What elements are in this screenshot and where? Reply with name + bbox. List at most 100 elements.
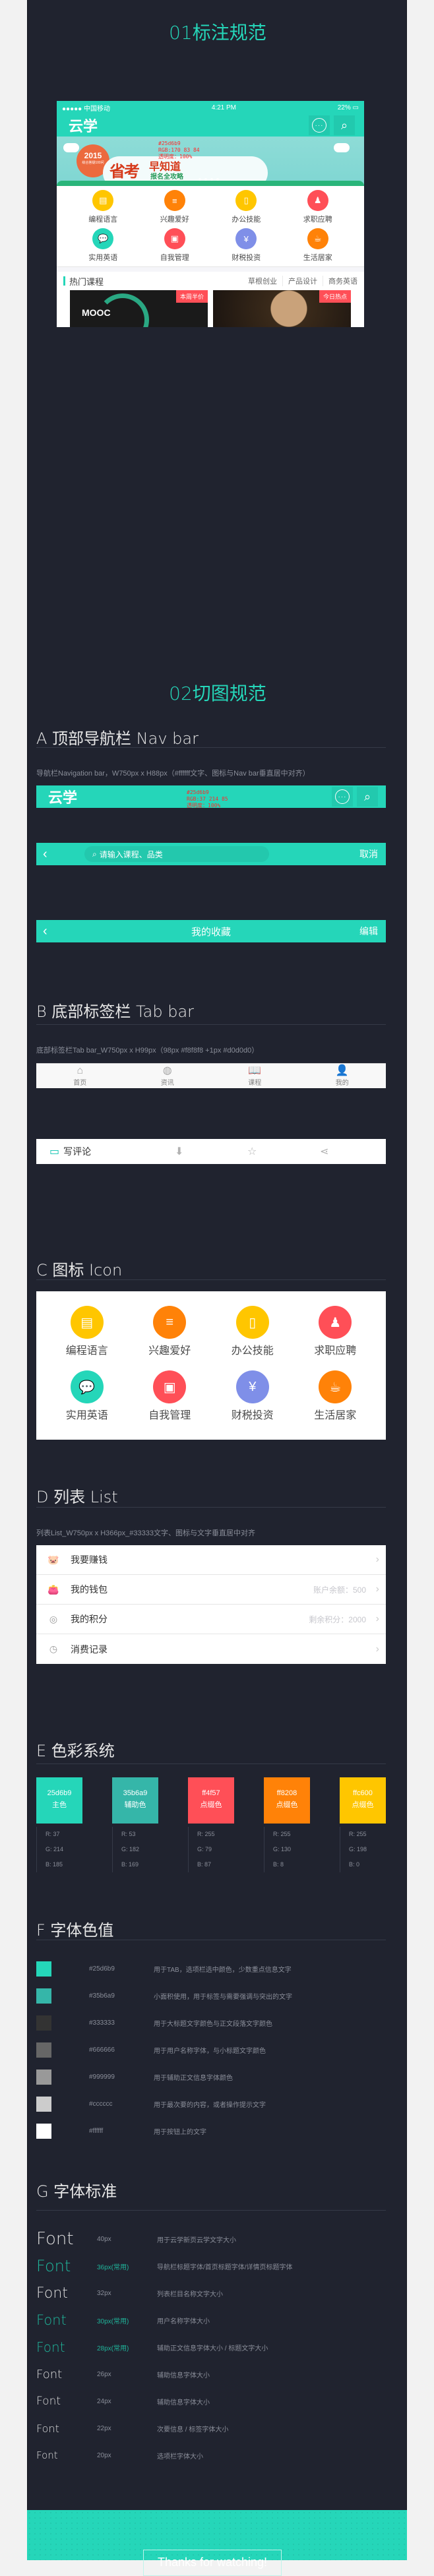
thanks-button[interactable]: Thanks for watching! bbox=[143, 2550, 282, 2576]
edit-button[interactable]: 编辑 bbox=[359, 925, 378, 938]
color-swatch: ff4f57 点缀色 bbox=[188, 1777, 234, 1824]
font-color-hex: #25d6b9 bbox=[89, 1965, 115, 1973]
hot-tab[interactable]: 草根创业 bbox=[248, 276, 277, 286]
category-item[interactable]: ▤ 编程语言 bbox=[46, 1306, 129, 1370]
heading-icon: C 图标 Icon bbox=[36, 1261, 123, 1279]
category-icon: ¥ bbox=[235, 228, 257, 249]
course-card-mooc[interactable]: MOOC 本周半价 bbox=[70, 290, 208, 327]
more-icon: ··· bbox=[312, 118, 326, 133]
font-size-desc: 次要信息 / 标签字体大小 bbox=[157, 2426, 229, 2434]
category-item[interactable]: ☕ 生活居家 bbox=[282, 228, 354, 266]
category-item[interactable]: ▯ 办公技能 bbox=[211, 1306, 294, 1370]
category-label: 财税投资 bbox=[231, 1410, 274, 1421]
font-size-desc: 辅助正文信息字体大小 / 标题文字大小 bbox=[157, 2345, 268, 2352]
navbar-sample-search: ‹ ⌕ 请输入课程、品类 取消 bbox=[36, 843, 386, 865]
category-item[interactable]: ≡ 兴趣爱好 bbox=[129, 1306, 212, 1370]
chevron-right-icon: › bbox=[375, 1613, 379, 1624]
font-size-label: 40px bbox=[97, 2235, 111, 2243]
list-value: 剩余积分：2000 bbox=[309, 1614, 366, 1624]
category-label: 编程语言 bbox=[65, 1345, 108, 1357]
category-item[interactable]: ♟ 求职应聘 bbox=[294, 1306, 377, 1370]
category-item[interactable]: 💬 实用英语 bbox=[46, 1370, 129, 1435]
category-label: 求职应聘 bbox=[303, 216, 332, 224]
write-comment-button[interactable]: ▭ 写评论 bbox=[49, 1145, 91, 1158]
category-item[interactable]: ♟ 求职应聘 bbox=[282, 190, 354, 228]
font-color-row: #ffffff 用于按钮上的文字 bbox=[36, 2122, 366, 2139]
font-size-label: 30px(常用) bbox=[97, 2317, 129, 2325]
list-icon: ◷ bbox=[49, 1643, 58, 1654]
list-item[interactable]: ◷ 消费记录 › bbox=[36, 1634, 386, 1664]
star-icon[interactable]: ☆ bbox=[247, 1145, 257, 1158]
list-label: 我的积分 bbox=[71, 1614, 108, 1624]
category-item[interactable]: ≡ 兴趣爱好 bbox=[139, 190, 211, 228]
category-item[interactable]: ▣ 自我管理 bbox=[129, 1370, 212, 1435]
tab-icon: ◍ bbox=[162, 1065, 172, 1076]
font-size-row: Font 22px 次要信息 / 标签字体大小 bbox=[36, 2415, 379, 2441]
clock: 4:21 PM bbox=[211, 104, 236, 111]
heading-nav-bar: A 顶部导航栏 Nav bar bbox=[36, 729, 199, 748]
list-icon: ◎ bbox=[49, 1613, 58, 1624]
font-color-swatch bbox=[36, 2069, 51, 2085]
font-color-hex: #666666 bbox=[89, 2046, 115, 2054]
font-size-row: Font 36px(常用) 导航栏标题字体/首页标题字体/详情页标题字体 bbox=[36, 2253, 379, 2279]
hot-tab[interactable]: 商务英语 bbox=[323, 276, 357, 286]
course-card-news[interactable]: 今日热点 bbox=[213, 290, 351, 327]
category-item[interactable]: ¥ 财税投资 bbox=[211, 1370, 294, 1435]
tab-item[interactable]: 👤 我的 bbox=[336, 1065, 349, 1087]
category-icon: ♟ bbox=[307, 190, 328, 211]
search-button[interactable]: ⌕ bbox=[334, 115, 355, 135]
search-button[interactable]: ⌕ bbox=[357, 787, 378, 807]
list-item[interactable]: 👛 我的钱包 账户余额：500 › bbox=[36, 1575, 386, 1605]
tag-hot-today: 今日热点 bbox=[319, 290, 351, 303]
footer: Thanks for watching! bbox=[27, 2510, 407, 2576]
category-icon: ▯ bbox=[235, 1306, 269, 1339]
font-size-row: Font 20px 选项栏字体大小 bbox=[36, 2442, 379, 2469]
category-label: 实用英语 bbox=[65, 1410, 108, 1421]
font-color-swatch bbox=[36, 2042, 51, 2058]
category-icon: 💬 bbox=[70, 1370, 104, 1403]
cancel-button[interactable]: 取消 bbox=[359, 847, 378, 861]
font-color-hex: #35b6a9 bbox=[89, 1992, 115, 2000]
more-button[interactable]: ··· bbox=[332, 787, 353, 807]
category-item[interactable]: ¥ 财税投资 bbox=[210, 228, 282, 266]
category-icon: ▤ bbox=[92, 190, 114, 211]
color-swatch: ffc600 点缀色 bbox=[340, 1777, 386, 1824]
category-item[interactable]: ▤ 编程语言 bbox=[67, 190, 139, 228]
color-rgb: R: 53 G: 182 B: 169 bbox=[112, 1827, 158, 1872]
share-icon[interactable]: ⋖ bbox=[320, 1145, 328, 1158]
heading-font-colors: F 字体色值 bbox=[36, 1921, 114, 1940]
tab-item[interactable]: 📖 课程 bbox=[248, 1065, 261, 1087]
font-color-swatch bbox=[36, 2015, 51, 2031]
favorites-title: 我的收藏 bbox=[191, 926, 231, 938]
chevron-right-icon: › bbox=[375, 1554, 379, 1565]
color-rgb: R: 255 G: 79 B: 87 bbox=[188, 1827, 234, 1872]
color-rgb: R: 255 G: 198 B: 0 bbox=[340, 1827, 386, 1872]
category-item[interactable]: ▣ 自我管理 bbox=[139, 228, 211, 266]
heading-colors: E 色彩系统 bbox=[36, 1742, 115, 1760]
font-color-swatch bbox=[36, 1988, 51, 2004]
tab-item[interactable]: ⌂ 首页 bbox=[73, 1065, 86, 1087]
download-icon[interactable]: ⬇ bbox=[175, 1145, 183, 1158]
more-icon: ··· bbox=[335, 789, 350, 804]
tab-label: 课程 bbox=[248, 1080, 262, 1087]
list-item[interactable]: 🐷 我要赚钱 › bbox=[36, 1545, 386, 1575]
category-label: 编程语言 bbox=[88, 216, 118, 224]
tab-icon: 📖 bbox=[248, 1065, 262, 1076]
list-item[interactable]: ◎ 我的积分 剩余积分：2000 › bbox=[36, 1605, 386, 1634]
category-icon: ▣ bbox=[153, 1370, 187, 1403]
section-title-01: 01标注规范 bbox=[169, 22, 266, 44]
category-item[interactable]: ▯ 办公技能 bbox=[210, 190, 282, 228]
category-label: 办公技能 bbox=[232, 216, 261, 224]
font-size-desc: 导航栏标题字体/首页标题字体/详情页标题字体 bbox=[157, 2263, 293, 2271]
search-input[interactable]: ⌕ 请输入课程、品类 bbox=[84, 846, 269, 862]
hot-tab[interactable]: 产品设计 bbox=[282, 276, 317, 286]
promo-banner[interactable]: 2015 综合答疑100问 省考 早知道 报名全攻略 bbox=[57, 137, 364, 186]
comment-bar: ▭ 写评论 ⬇ ☆ ⋖ bbox=[36, 1139, 386, 1164]
list-icon: 🐷 bbox=[47, 1554, 59, 1565]
back-icon[interactable]: ‹ bbox=[43, 847, 47, 862]
category-label: 自我管理 bbox=[148, 1410, 191, 1421]
more-button[interactable]: ··· bbox=[309, 115, 330, 135]
category-item[interactable]: 💬 实用英语 bbox=[67, 228, 139, 266]
category-item[interactable]: ☕ 生活居家 bbox=[294, 1370, 377, 1435]
tab-item[interactable]: ◍ 资讯 bbox=[161, 1065, 174, 1087]
